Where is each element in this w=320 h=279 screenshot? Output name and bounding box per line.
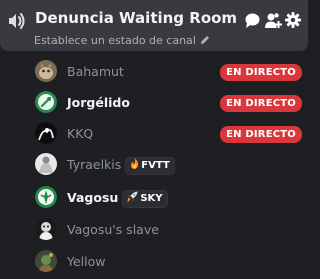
member-name: Vagosu's slave bbox=[67, 222, 159, 237]
member-row[interactable]: Yellow bbox=[33, 247, 308, 277]
guild-tag[interactable]: FVTT bbox=[125, 157, 175, 175]
add-member-icon[interactable] bbox=[264, 12, 282, 29]
live-badge: EN DIRECTO bbox=[220, 95, 302, 112]
voice-channel-icon bbox=[7, 11, 27, 35]
avatar bbox=[35, 186, 57, 208]
pencil-icon bbox=[200, 35, 210, 48]
avatar bbox=[35, 250, 57, 272]
member-name: Yellow bbox=[67, 254, 106, 269]
live-badge: EN DIRECTO bbox=[220, 64, 302, 81]
member-name-with-tag: Vagosu SKY bbox=[67, 190, 168, 208]
member-row[interactable]: Vagosu's slave bbox=[33, 215, 308, 245]
channel-title[interactable]: Denuncia Waiting Room bbox=[35, 9, 237, 27]
gear-icon[interactable] bbox=[285, 12, 302, 29]
set-channel-status[interactable]: Establece un estado de canal bbox=[34, 34, 210, 48]
channel-status-label: Establece un estado de canal bbox=[34, 34, 196, 47]
member-name-with-tag: Tyraelkis FVTT bbox=[67, 157, 175, 175]
channel-header: Denuncia Waiting Room Establece un estad… bbox=[0, 0, 308, 51]
member-row[interactable]: Bahamut EN DIRECTO bbox=[33, 57, 308, 87]
member-row[interactable]: KKQ EN DIRECTO bbox=[33, 119, 308, 149]
fire-icon bbox=[130, 158, 141, 171]
chat-bubble-icon[interactable] bbox=[244, 12, 261, 29]
member-row[interactable]: Tyraelkis FVTT bbox=[33, 150, 308, 180]
member-name: KKQ bbox=[67, 126, 94, 141]
guild-tag[interactable]: SKY bbox=[122, 190, 168, 208]
avatar bbox=[35, 153, 57, 175]
member-name: Bahamut bbox=[67, 64, 124, 79]
avatar bbox=[35, 218, 57, 240]
avatar bbox=[35, 60, 57, 82]
guild-tag-label: FVTT bbox=[141, 160, 170, 171]
member-row[interactable]: Jorgélido EN DIRECTO bbox=[33, 88, 308, 118]
avatar bbox=[35, 122, 57, 144]
live-badge: EN DIRECTO bbox=[220, 126, 302, 143]
rocket-icon bbox=[127, 191, 140, 204]
guild-tag-label: SKY bbox=[140, 193, 163, 204]
member-name: Vagosu bbox=[67, 190, 119, 205]
member-name: Jorgélido bbox=[67, 95, 130, 110]
member-name: Tyraelkis bbox=[67, 157, 122, 172]
member-row[interactable]: Vagosu SKY bbox=[33, 183, 308, 213]
avatar bbox=[35, 91, 57, 113]
